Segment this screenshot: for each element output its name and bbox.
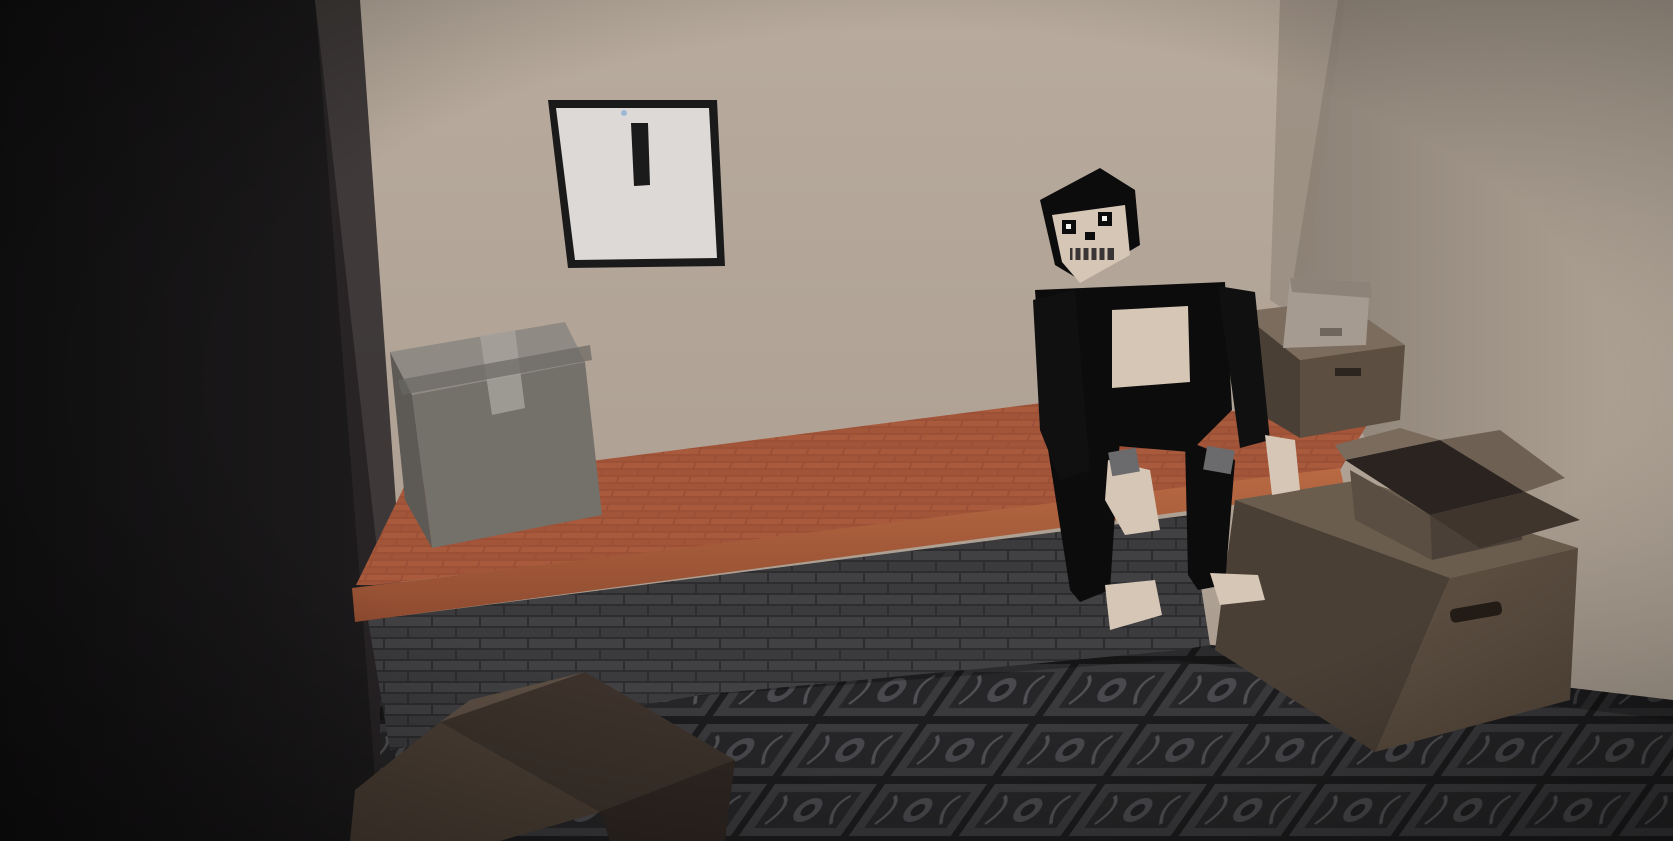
vignette-overlay: [0, 0, 1673, 841]
game-scene: I: [0, 0, 1673, 841]
